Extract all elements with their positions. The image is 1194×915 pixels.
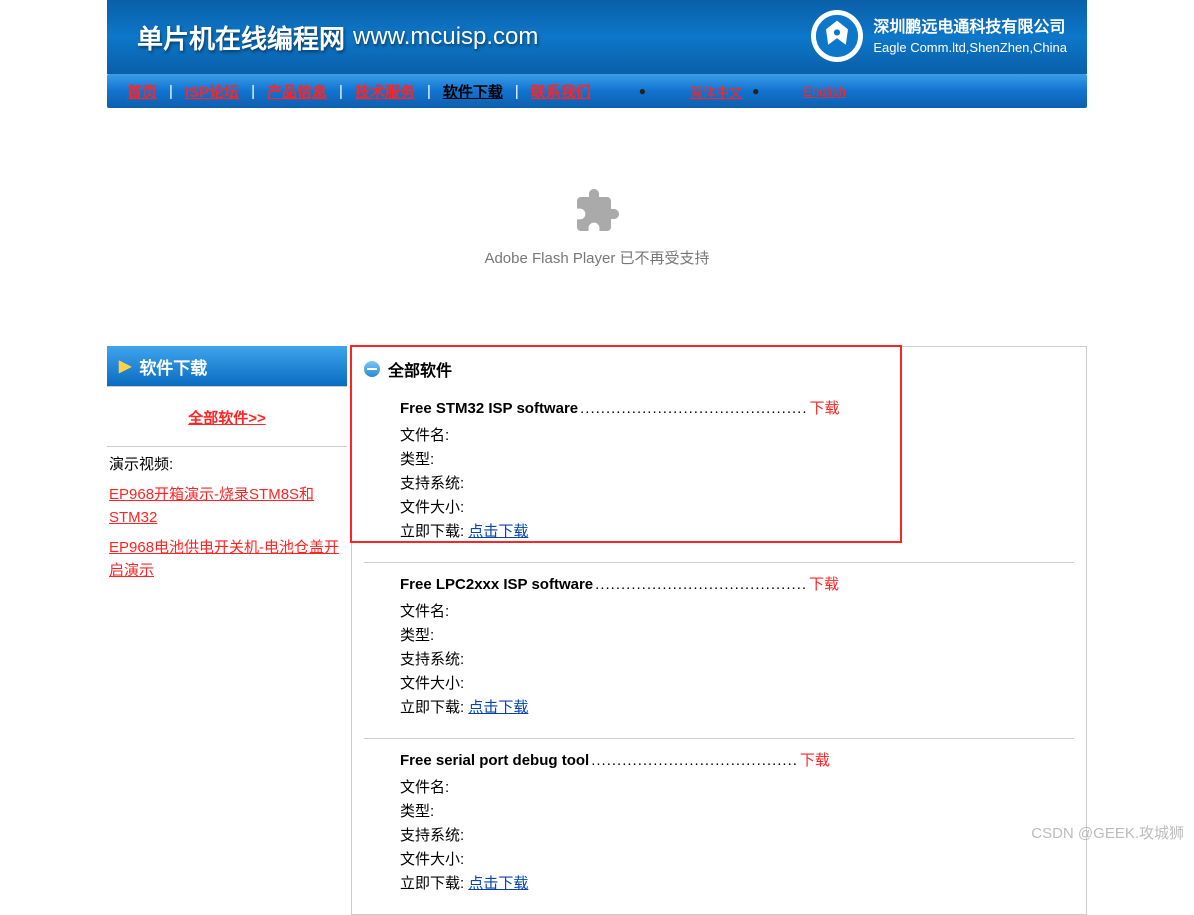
nav-sep: | xyxy=(423,83,435,100)
header-banner: 单片机在线编程网 www.mcuisp.com 深圳鹏远电通科技有限公司 Eag… xyxy=(107,0,1087,74)
lang-cn-link[interactable]: 简体中文 xyxy=(690,82,742,101)
watermark: CSDN @GEEK.攻城狮 xyxy=(1031,822,1184,843)
field-size: 文件大小: xyxy=(400,496,1038,520)
minus-circle-icon xyxy=(364,361,380,377)
field-filename: 文件名: xyxy=(400,600,1038,624)
download-link[interactable]: 点击下载 xyxy=(468,523,528,540)
nav-download[interactable]: 软件下载 xyxy=(435,81,511,102)
download-badge[interactable]: 下载 xyxy=(809,573,839,594)
sidebar-demo-label: 演示视频: xyxy=(107,446,347,480)
field-os: 支持系统: xyxy=(400,824,1038,848)
field-size: 文件大小: xyxy=(400,672,1038,696)
nav-home[interactable]: 首页 xyxy=(119,81,165,102)
field-download-now: 立即下载: 点击下载 xyxy=(400,872,1038,896)
play-icon: ▶ xyxy=(119,356,131,376)
header-company-block: 深圳鹏远电通科技有限公司 Eagle Comm.ltd,ShenZhen,Chi… xyxy=(811,10,1067,62)
nav-sep: | xyxy=(511,83,523,100)
dots-sep: ........................................… xyxy=(578,400,809,417)
sidebar: ▶ 软件下载 全部软件>> 演示视频: EP968开箱演示-烧录STM8S和ST… xyxy=(107,346,347,596)
lang-en-link[interactable]: English xyxy=(803,84,846,99)
download-badge[interactable]: 下载 xyxy=(810,397,840,418)
download-link[interactable]: 点击下载 xyxy=(468,699,528,716)
puzzle-icon xyxy=(573,187,621,235)
software-item: Free serial port debug tool ............… xyxy=(364,738,1074,914)
sidebar-demo-link-2[interactable]: EP968电池供电开关机-电池仓盖开启演示 xyxy=(107,533,347,586)
software-item: Free STM32 ISP software ................… xyxy=(364,387,1074,562)
lang-bullet: ● xyxy=(752,84,759,98)
site-title-cn: 单片机在线编程网 xyxy=(137,19,345,56)
section-title: 全部软件 xyxy=(388,357,452,381)
nav-service[interactable]: 技术服务 xyxy=(347,81,423,102)
site-url: www.mcuisp.com xyxy=(353,23,538,51)
field-size: 文件大小: xyxy=(400,848,1038,872)
main-content: 全部软件 Free STM32 ISP software ...........… xyxy=(351,346,1087,915)
nav-forum[interactable]: ISP论坛 xyxy=(177,81,247,102)
download-link[interactable]: 点击下载 xyxy=(468,875,528,892)
nav-sep: | xyxy=(335,83,347,100)
nav-sep: | xyxy=(247,83,259,100)
software-title: Free serial port debug tool xyxy=(400,752,589,769)
nav-sep: | xyxy=(165,83,177,100)
sidebar-header-label: 软件下载 xyxy=(139,354,207,379)
field-download-now: 立即下载: 点击下载 xyxy=(400,520,1038,544)
field-filename: 文件名: xyxy=(400,424,1038,448)
lang-bullet: ● xyxy=(639,84,646,98)
flash-placeholder: Adobe Flash Player 已不再受支持 xyxy=(107,108,1087,346)
software-title: Free STM32 ISP software xyxy=(400,400,578,417)
company-logo-icon xyxy=(811,10,863,62)
nav-bar: 首页 | ISP论坛 | 产品信息 | 技术服务 | 软件下载 | 联系我们 ●… xyxy=(107,74,1087,108)
section-header: 全部软件 xyxy=(352,347,1086,387)
field-download-now: 立即下载: 点击下载 xyxy=(400,696,1038,720)
nav-contact[interactable]: 联系我们 xyxy=(523,81,599,102)
download-badge[interactable]: 下载 xyxy=(800,749,830,770)
field-os: 支持系统: xyxy=(400,472,1038,496)
dots-sep: ........................................ xyxy=(589,752,800,769)
company-name-cn: 深圳鹏远电通科技有限公司 xyxy=(873,17,1067,39)
company-name-en: Eagle Comm.ltd,ShenZhen,China xyxy=(873,40,1067,55)
dots-sep: ........................................… xyxy=(593,576,809,593)
field-os: 支持系统: xyxy=(400,648,1038,672)
field-type: 类型: xyxy=(400,624,1038,648)
software-item: Free LPC2xxx ISP software ..............… xyxy=(364,562,1074,738)
field-type: 类型: xyxy=(400,448,1038,472)
field-filename: 文件名: xyxy=(400,776,1038,800)
sidebar-header: ▶ 软件下载 xyxy=(107,346,347,386)
sidebar-all-software-link[interactable]: 全部软件>> xyxy=(107,397,347,446)
flash-unsupported-text: Adobe Flash Player 已不再受支持 xyxy=(484,247,709,268)
sidebar-demo-link-1[interactable]: EP968开箱演示-烧录STM8S和STM32 xyxy=(107,480,347,533)
software-title: Free LPC2xxx ISP software xyxy=(400,576,593,593)
field-type: 类型: xyxy=(400,800,1038,824)
nav-products[interactable]: 产品信息 xyxy=(259,81,335,102)
